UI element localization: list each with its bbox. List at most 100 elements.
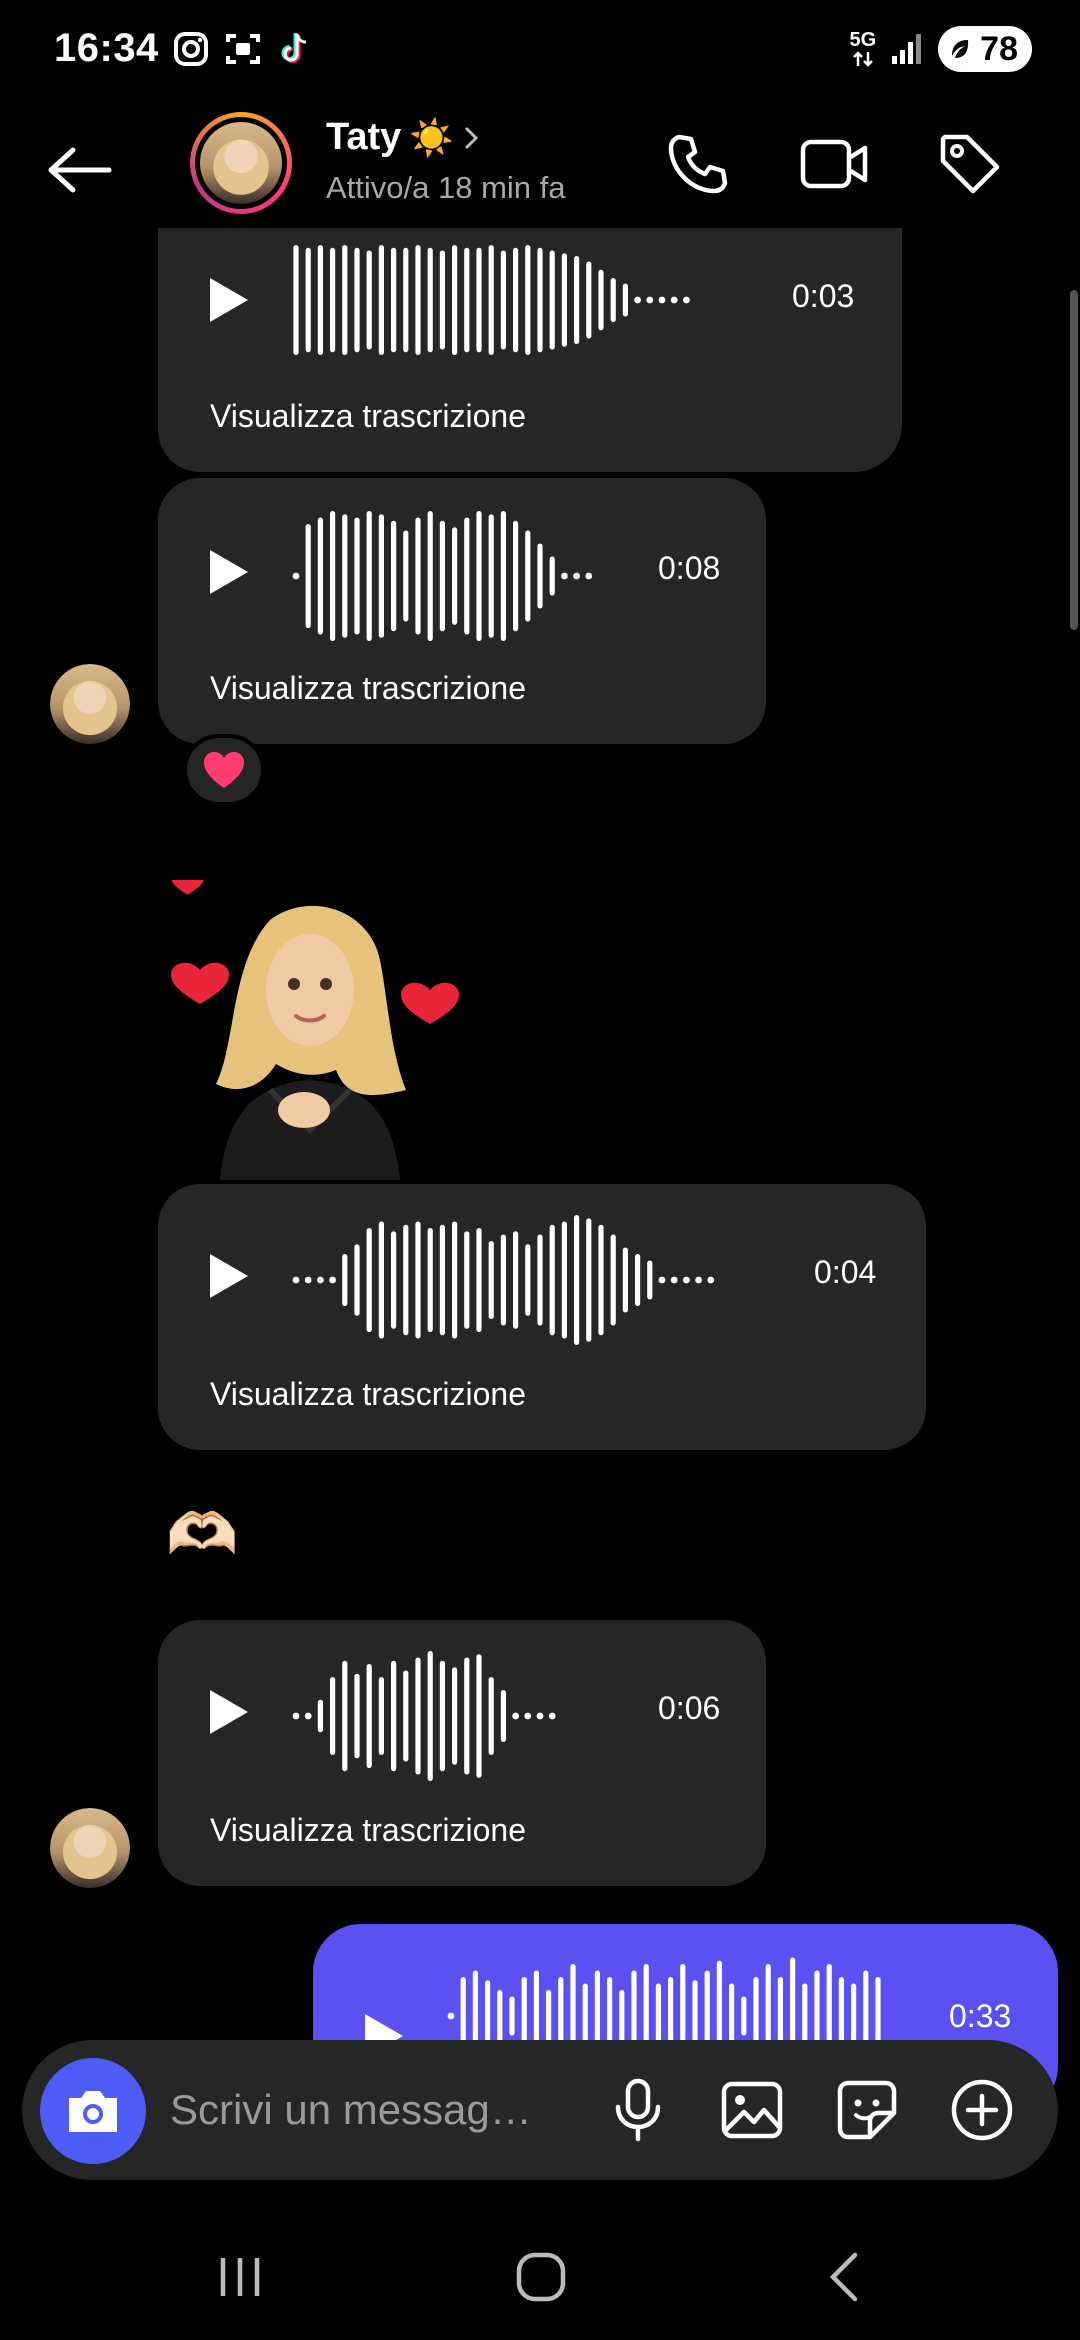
sender-avatar[interactable] [50, 664, 130, 744]
voice-message-1[interactable]: 0:03 Visualizza trascrizione [158, 228, 902, 472]
waveform-bar [574, 1215, 580, 1345]
sender-avatar[interactable] [50, 1808, 130, 1888]
play-icon[interactable] [204, 1250, 252, 1302]
waveform-bar [464, 1657, 470, 1775]
waveform-bar [317, 1699, 323, 1733]
camera-icon [69, 2091, 117, 2132]
back-arrow-icon [48, 147, 112, 193]
network-label: 5G [849, 29, 877, 51]
chevron-right-icon [465, 126, 479, 149]
waveform-bar [488, 1677, 494, 1755]
recent-apps-button[interactable] [195, 2242, 285, 2312]
waveform-dot [670, 296, 678, 304]
voice-message-2[interactable]: 0:08 Visualizza trascrizione [158, 478, 766, 744]
contact-avatar[interactable] [190, 112, 292, 214]
waveform-bar [391, 1231, 397, 1329]
waveform-bar [330, 511, 336, 641]
waveform-bar [415, 245, 421, 355]
waveform-dot [292, 572, 300, 580]
waveform-bar [586, 261, 592, 339]
camera-button[interactable] [40, 2058, 146, 2164]
heart-hands-emoji[interactable]: 🫶🏻 [166, 1500, 264, 1570]
waveform-bar [317, 245, 323, 355]
waveform [292, 511, 593, 641]
waveform-bar [549, 250, 555, 350]
waveform-bar [317, 517, 323, 635]
waveform-bar [500, 1234, 506, 1326]
waveform-bar [378, 1221, 384, 1339]
waveform-bar [415, 1221, 421, 1339]
waveform-dot [670, 1276, 678, 1284]
waveform-dot [634, 296, 641, 304]
waveform-bar [427, 511, 433, 641]
back-button[interactable] [40, 130, 120, 210]
waveform-bar [464, 247, 470, 353]
voice-duration: 0:33 [949, 1998, 1012, 2034]
waveform-bar [342, 1254, 348, 1306]
plus-icon [951, 2079, 1013, 2141]
view-transcript-link[interactable]: Visualizza trascrizione [210, 398, 526, 435]
voice-duration: 0:03 [792, 278, 855, 314]
message-input[interactable] [170, 2078, 600, 2142]
waveform-bar [439, 250, 445, 350]
waveform-dot [536, 1712, 544, 1720]
waveform-bar [427, 247, 433, 353]
video-call-button[interactable] [795, 124, 875, 204]
avatar-photo [200, 122, 282, 204]
waveform [292, 1651, 556, 1781]
contact-name-row[interactable]: Taty ☀️ [326, 116, 480, 159]
waveform-dot [658, 1276, 666, 1284]
waveform-bar [330, 247, 336, 353]
view-transcript-link[interactable]: Visualizza trascrizione [210, 670, 526, 707]
waveform-bar [546, 1990, 552, 2042]
microphone-icon [615, 2078, 661, 2142]
view-transcript-link[interactable]: Visualizza trascrizione [210, 1812, 526, 1849]
audio-call-button[interactable] [658, 124, 738, 204]
waveform-bar [647, 1260, 653, 1300]
waveform-dot [573, 572, 580, 580]
emoji-text: 🫶🏻 [166, 1502, 239, 1567]
play-icon[interactable] [204, 1686, 252, 1738]
waveform-bar [427, 1651, 433, 1781]
network-indicator: 5G [849, 30, 876, 68]
waveform-bar [305, 247, 311, 353]
waveform-bar [476, 247, 482, 353]
waveform-bar [305, 524, 311, 628]
sticker-button[interactable] [827, 2070, 907, 2150]
waveform-bar [452, 1667, 458, 1765]
system-back-button[interactable] [800, 2242, 890, 2312]
gallery-button[interactable] [712, 2070, 792, 2150]
more-button[interactable] [942, 2070, 1022, 2150]
waveform-bar [500, 1690, 506, 1742]
home-button[interactable] [496, 2242, 586, 2312]
waveform-dot [548, 1712, 556, 1720]
waveform-bar [635, 1254, 641, 1306]
waveform-bar [497, 1990, 503, 2042]
view-transcript-link[interactable]: Visualizza trascrizione [210, 1376, 526, 1413]
waveform-bar [378, 1677, 384, 1755]
waveform-bar [342, 245, 348, 355]
waveform-bar [378, 514, 384, 638]
tag-button[interactable] [930, 124, 1010, 204]
play-icon[interactable] [204, 274, 252, 326]
waveform-bar [582, 1983, 588, 2049]
voice-message-3[interactable]: 0:04 Visualizza trascrizione [158, 1184, 926, 1450]
avatar-sticker[interactable] [170, 880, 480, 1180]
waveform-bar [342, 1660, 348, 1772]
waveform-bar [354, 517, 360, 635]
waveform-bar [537, 1234, 543, 1326]
message-reaction[interactable] [183, 734, 265, 806]
waveform-bar [476, 1228, 482, 1332]
video-icon [800, 139, 868, 189]
notification-icons [172, 30, 314, 68]
waveform-dot [695, 1276, 702, 1284]
signal-icon [892, 34, 922, 64]
waveform-dot [658, 296, 666, 304]
waveform-bar [537, 543, 543, 609]
play-icon[interactable] [204, 546, 252, 598]
scrollbar[interactable] [1070, 290, 1078, 630]
voice-record-button[interactable] [598, 2070, 678, 2150]
waveform-bar [622, 1247, 628, 1313]
voice-message-4[interactable]: 0:06 Visualizza trascrizione [158, 1620, 766, 1886]
waveform-bar [439, 1224, 445, 1336]
